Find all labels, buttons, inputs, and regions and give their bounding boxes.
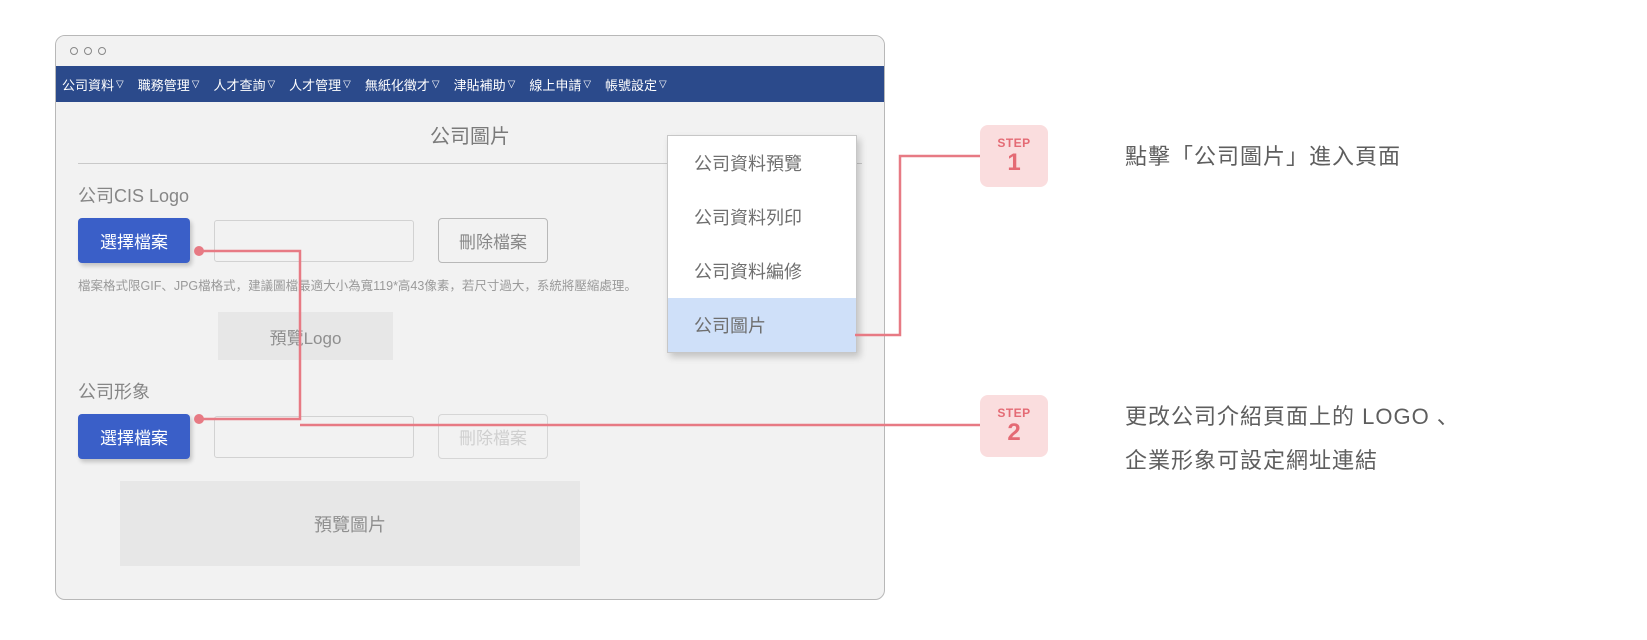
dropdown-item-print[interactable]: 公司資料列印 [668, 190, 856, 244]
nav-item-subsidy[interactable]: 津貼補助▽ [454, 75, 516, 94]
step-label: STEP [997, 406, 1030, 420]
company-info-dropdown: 公司資料預覽 公司資料列印 公司資料編修 公司圖片 [667, 135, 857, 353]
chevron-down-icon: ▽ [116, 79, 124, 90]
step-label: STEP [997, 136, 1030, 150]
choose-file-cis-button[interactable]: 選擇檔案 [78, 218, 190, 263]
chevron-down-icon: ▽ [432, 79, 440, 90]
dropdown-item-preview[interactable]: 公司資料預覽 [668, 136, 856, 190]
chevron-down-icon: ▽ [583, 79, 591, 90]
choose-file-image-button[interactable]: 選擇檔案 [78, 414, 190, 459]
chevron-down-icon: ▽ [267, 79, 275, 90]
preview-logo-box: 預覽Logo [218, 312, 393, 360]
dropdown-item-image[interactable]: 公司圖片 [668, 298, 856, 352]
section-label-image: 公司形象 [78, 378, 862, 404]
window-titlebar [56, 36, 884, 66]
delete-file-cis-button[interactable]: 刪除檔案 [438, 218, 548, 263]
nav-item-paperless[interactable]: 無紙化徵才▽ [365, 75, 440, 94]
traffic-dot [70, 47, 78, 55]
traffic-dot [84, 47, 92, 55]
chevron-down-icon: ▽ [343, 79, 351, 90]
step-number-2: 2 [1007, 420, 1020, 446]
chevron-down-icon: ▽ [508, 79, 516, 90]
nav-item-online-apply[interactable]: 線上申請▽ [529, 75, 591, 94]
chevron-down-icon: ▽ [192, 79, 200, 90]
nav-item-talent-search[interactable]: 人才查詢▽ [213, 75, 275, 94]
caption-step-1: 點擊「公司圖片」進入頁面 [1125, 135, 1401, 179]
nav-item-job-mgmt[interactable]: 職務管理▽ [138, 75, 200, 94]
chevron-down-icon: ▽ [659, 79, 667, 90]
step-badge-1: STEP 1 [980, 125, 1048, 187]
main-navbar: 公司資料▽ 職務管理▽ 人才查詢▽ 人才管理▽ 無紙化徵才▽ 津貼補助▽ 線上申… [56, 66, 884, 102]
step-badge-2: STEP 2 [980, 395, 1048, 457]
caption-step-2: 更改公司介紹頁面上的 LOGO 、 企業形象可設定網址連結 [1125, 395, 1460, 483]
nav-item-company-info[interactable]: 公司資料▽ [62, 75, 124, 94]
delete-file-image-button[interactable]: 刪除檔案 [438, 414, 548, 459]
preview-image-box: 預覽圖片 [120, 481, 580, 566]
nav-item-account[interactable]: 帳號設定▽ [605, 75, 667, 94]
file-slot-image[interactable] [214, 416, 414, 458]
file-slot-cis[interactable] [214, 220, 414, 262]
nav-item-talent-mgmt[interactable]: 人才管理▽ [289, 75, 351, 94]
traffic-dot [98, 47, 106, 55]
dropdown-item-edit[interactable]: 公司資料編修 [668, 244, 856, 298]
step-number-1: 1 [1007, 150, 1020, 176]
